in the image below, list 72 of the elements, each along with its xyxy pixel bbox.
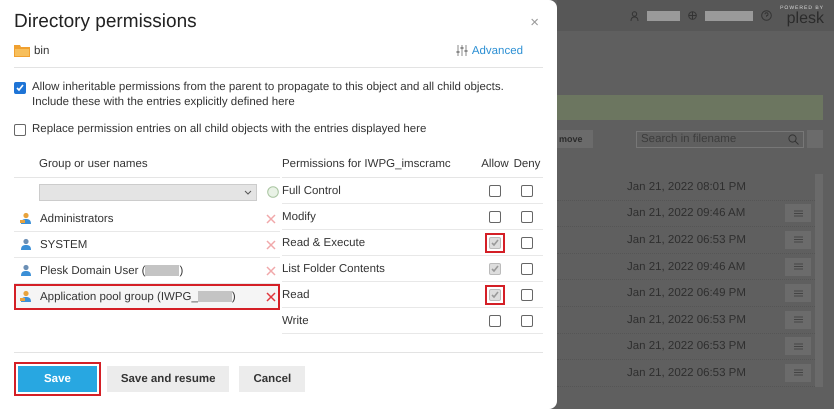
permission-name: List Folder Contents — [282, 262, 386, 274]
row-menu-button[interactable] — [785, 310, 811, 329]
permission-name: Write — [282, 314, 310, 326]
user-icon — [630, 10, 640, 20]
deny-checkbox[interactable] — [521, 210, 533, 222]
redacted-block — [705, 10, 754, 20]
group-icon — [20, 290, 32, 303]
user-select[interactable] — [39, 184, 257, 200]
menu-icon — [794, 210, 802, 217]
caret-icon — [244, 190, 252, 194]
add-icon[interactable] — [267, 186, 279, 198]
menu-icon — [794, 369, 802, 376]
redacted-block — [198, 291, 232, 302]
deny-checkbox[interactable] — [521, 288, 533, 300]
delete-icon[interactable] — [266, 266, 276, 276]
checkbox[interactable] — [14, 82, 26, 94]
dialog-title: Directory permissions — [14, 11, 197, 33]
row-menu-button[interactable] — [785, 230, 811, 249]
user-icon — [20, 238, 32, 251]
permission-name: Read — [282, 288, 310, 300]
user-row[interactable]: Administrators — [14, 206, 280, 232]
globe-icon — [688, 11, 698, 20]
user-name: SYSTEM — [40, 238, 88, 250]
user-name: Plesk Domain User ( ) — [40, 264, 184, 276]
menu-icon — [794, 316, 802, 324]
redacted-block — [647, 10, 680, 20]
permission-name: Read & Execute — [282, 236, 366, 248]
menu-icon — [794, 342, 802, 350]
row-menu-button[interactable] — [785, 258, 811, 276]
deny-checkbox[interactable] — [521, 236, 533, 248]
menu-icon — [794, 263, 802, 270]
save-button[interactable]: Save — [18, 366, 97, 392]
row-menu-button[interactable] — [785, 204, 811, 222]
menu-icon — [794, 290, 802, 297]
allow-checkbox[interactable] — [489, 314, 501, 326]
user-name: Administrators — [40, 212, 114, 224]
permission-name: Modify — [282, 210, 317, 222]
column-heading: Allow — [480, 158, 510, 170]
row-menu-button[interactable] — [785, 364, 811, 382]
folder-name: bin — [34, 44, 50, 56]
column-heading: Permissions for IWPG_imscramc — [282, 158, 452, 170]
permission-name: Full Control — [282, 184, 342, 196]
help-icon[interactable] — [761, 10, 772, 21]
advanced-link[interactable]: Advanced — [472, 44, 543, 56]
search-icon — [788, 134, 799, 144]
option-label: Allow inheritable permissions from the parent to propagate to this object and all child objects. Include these with the entries explicitly defined here — [32, 80, 505, 110]
column-heading: Deny — [512, 158, 542, 170]
user-icon — [20, 264, 32, 277]
row-menu-button[interactable] — [785, 284, 811, 302]
column-heading: Group or user names — [38, 158, 149, 170]
checkbox[interactable] — [14, 124, 26, 136]
option-label: Replace permission entries on all child objects with the entries displayed here — [32, 122, 426, 137]
dialog-button[interactable]: Cancel — [239, 366, 306, 392]
dialog-button[interactable]: Save and resume — [106, 366, 230, 392]
close-button[interactable]: × — [526, 14, 543, 30]
group-icon — [20, 212, 32, 225]
user-row[interactable]: Application pool group (IWPG_ ) — [14, 284, 280, 310]
sliders-icon — [456, 45, 468, 56]
row-menu-button[interactable] — [785, 337, 811, 356]
delete-icon[interactable] — [266, 292, 276, 302]
folder-icon — [14, 44, 30, 57]
remove-button[interactable]: move — [557, 130, 593, 148]
user-name: Application pool group (IWPG_ ) — [40, 290, 237, 302]
delete-icon[interactable] — [266, 240, 276, 250]
user-row[interactable]: SYSTEM — [14, 232, 280, 258]
delete-icon[interactable] — [266, 214, 276, 224]
menu-icon — [794, 236, 802, 244]
redacted-block — [145, 265, 180, 276]
allow-checkbox[interactable] — [489, 184, 501, 196]
allow-checkbox[interactable] — [489, 210, 501, 222]
deny-checkbox[interactable] — [521, 184, 533, 196]
deny-checkbox[interactable] — [521, 314, 533, 326]
